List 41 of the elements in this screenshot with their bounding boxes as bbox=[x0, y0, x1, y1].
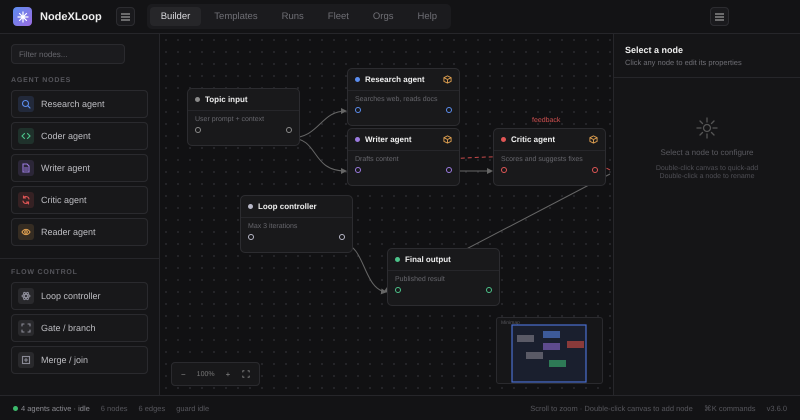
input-port[interactable] bbox=[248, 234, 254, 240]
output-port[interactable] bbox=[286, 127, 292, 133]
palette-item[interactable]: Critic agent bbox=[11, 186, 148, 214]
input-port[interactable] bbox=[355, 107, 361, 113]
panel-title: Select a node bbox=[625, 45, 684, 55]
zoom-in-button[interactable]: + bbox=[220, 368, 236, 380]
palette-item[interactable]: Writer agent bbox=[11, 154, 148, 182]
output-port[interactable] bbox=[486, 287, 492, 293]
menu-icon bbox=[120, 12, 130, 20]
menu-icon bbox=[715, 12, 724, 20]
logo-icon bbox=[13, 7, 32, 26]
input-port[interactable] bbox=[195, 127, 201, 133]
node-title: Final output bbox=[405, 255, 452, 264]
nav-tab[interactable]: Builder bbox=[150, 7, 202, 26]
filter-field[interactable]: Filter nodes... bbox=[11, 44, 125, 64]
palette-item[interactable]: Loop controller bbox=[11, 282, 148, 310]
input-port[interactable] bbox=[395, 287, 401, 293]
menu-button[interactable] bbox=[116, 7, 135, 26]
output-port[interactable] bbox=[446, 167, 452, 173]
fit-view-icon bbox=[242, 370, 250, 378]
node-title: Writer agent bbox=[365, 135, 413, 144]
node-title: Loop controller bbox=[258, 202, 318, 211]
sun-icon bbox=[695, 116, 719, 140]
zoom-out-button[interactable]: − bbox=[176, 368, 191, 380]
output-port[interactable] bbox=[446, 107, 452, 113]
input-port[interactable] bbox=[355, 167, 361, 173]
input-port[interactable] bbox=[501, 167, 507, 173]
palette-item[interactable]: Research agent bbox=[11, 90, 148, 118]
node-title: Research agent bbox=[365, 75, 426, 84]
app-name: NodeXLoop bbox=[40, 10, 102, 22]
output-port[interactable] bbox=[339, 234, 345, 240]
output-port[interactable] bbox=[592, 167, 598, 173]
status-dot bbox=[13, 406, 18, 410]
node-title: Topic input bbox=[205, 95, 249, 104]
palette-item[interactable]: Gate / branch bbox=[11, 314, 148, 342]
node-title: Critic agent bbox=[511, 135, 556, 144]
menu-button[interactable] bbox=[710, 7, 729, 26]
palette-item[interactable]: Coder agent bbox=[11, 122, 148, 150]
palette-item[interactable]: Reader agent bbox=[11, 218, 148, 246]
empty-state-title: Select a node to configure bbox=[660, 148, 754, 157]
palette-item[interactable]: Merge / join bbox=[11, 346, 148, 374]
